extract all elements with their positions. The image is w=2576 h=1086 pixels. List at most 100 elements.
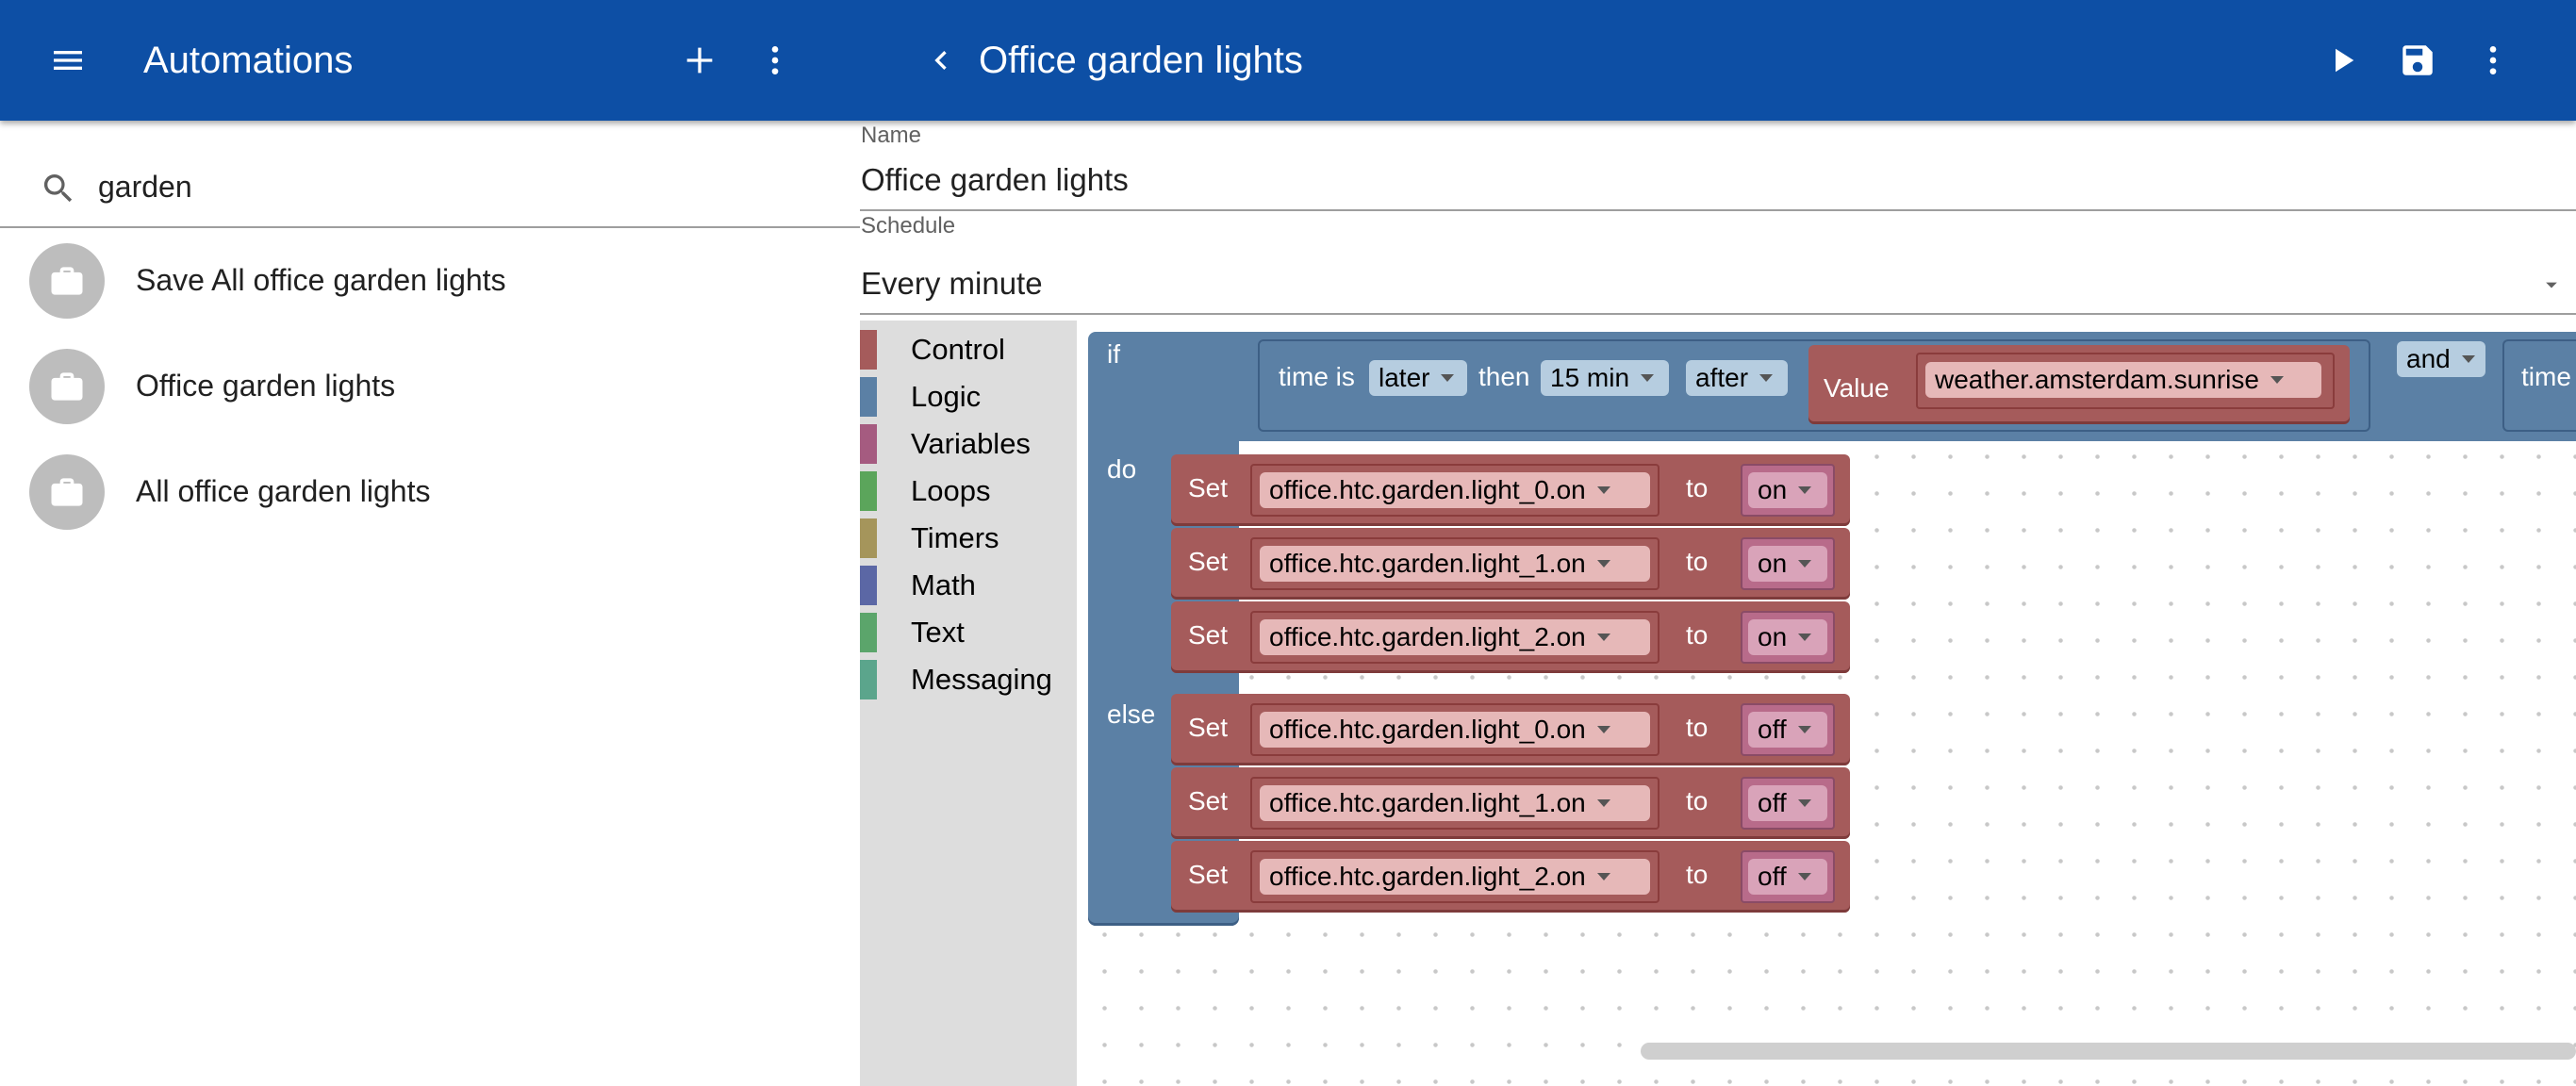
name-field[interactable]: Office garden lights — [861, 162, 1129, 198]
target-value: office.htc.garden.light_2.on — [1269, 622, 1586, 651]
add-automation-button[interactable] — [669, 30, 730, 90]
state-dropdown[interactable]: off — [1748, 712, 1827, 748]
target-dropdown[interactable]: office.htc.garden.light_0.on — [1260, 712, 1650, 748]
state-dropdown[interactable]: on — [1748, 619, 1827, 655]
back-button[interactable] — [911, 30, 971, 90]
relation-dropdown[interactable]: after — [1686, 360, 1788, 396]
time-is-label: time is — [1279, 362, 1355, 391]
set-label: Set — [1188, 860, 1229, 889]
chevron-down-icon — [1596, 560, 1610, 568]
toolbox-category-messaging[interactable]: Messaging — [860, 660, 1077, 707]
set-block[interactable]: Set office.htc.garden.light_2.on to off — [1171, 841, 1850, 913]
avatar — [29, 243, 105, 319]
category-label: Loops — [911, 474, 991, 507]
set-label: Set — [1188, 713, 1229, 742]
offset-value: 15 min — [1550, 363, 1630, 392]
logic-op-value: and — [2406, 344, 2451, 373]
target-dropdown[interactable]: office.htc.garden.light_2.on — [1260, 619, 1650, 655]
menu-icon — [54, 51, 82, 70]
state-dropdown[interactable]: on — [1748, 546, 1827, 582]
blockly-workspace[interactable]: if do else time is later then 15 min aft… — [1077, 321, 2576, 1086]
more-vert-icon — [2489, 46, 2497, 74]
logic-op-dropdown[interactable]: and — [2397, 341, 2485, 377]
toolbox-category-loops[interactable]: Loops — [860, 471, 1077, 518]
target-dropdown[interactable]: office.htc.garden.light_2.on — [1260, 859, 1650, 895]
toolbox-category-logic[interactable]: Logic — [860, 377, 1077, 424]
play-icon — [2336, 48, 2354, 73]
automation-list-item[interactable]: Office garden lights — [0, 333, 860, 438]
set-label: Set — [1188, 620, 1229, 650]
app-bar: Automations Office garden lights — [0, 0, 2576, 121]
relation-value: after — [1695, 363, 1749, 392]
search-input[interactable] — [98, 168, 815, 206]
to-label: to — [1686, 713, 1709, 742]
set-block[interactable]: Set office.htc.garden.light_0.on to on — [1171, 454, 1850, 526]
category-swatch — [860, 518, 877, 558]
state-dropdown[interactable]: off — [1748, 859, 1827, 895]
schedule-select[interactable]: Every minute — [861, 266, 1043, 302]
set-block[interactable]: Set office.htc.garden.light_1.on to on — [1171, 528, 1850, 600]
do-label: do — [1107, 454, 1137, 484]
briefcase-icon — [51, 267, 83, 295]
save-button[interactable] — [2387, 30, 2448, 90]
offset-dropdown[interactable]: 15 min — [1541, 360, 1669, 396]
search-bar — [0, 147, 860, 228]
block-toolbox: Control Logic Variables Loops Timers Math Tex… — [860, 321, 1077, 1086]
list-item-label: Save All office garden lights — [136, 262, 506, 297]
target-dropdown[interactable]: office.htc.garden.light_1.on — [1260, 785, 1650, 821]
chevron-down-icon — [1798, 560, 1812, 568]
chevron-down-icon — [1596, 873, 1610, 880]
toolbox-category-math[interactable]: Math — [860, 566, 1077, 613]
compare-dropdown[interactable]: later — [1369, 360, 1467, 396]
chevron-down-icon — [1797, 873, 1811, 880]
state-value: on — [1758, 549, 1788, 578]
more-vert-icon — [771, 46, 779, 74]
chevron-down-icon — [1441, 374, 1455, 382]
chevron-down-icon — [1596, 486, 1610, 494]
category-label: Logic — [911, 380, 982, 413]
chevron-left-icon — [934, 51, 947, 70]
toolbox-category-text[interactable]: Text — [860, 613, 1077, 660]
value-label: Value — [1824, 373, 1890, 403]
list-more-button[interactable] — [745, 30, 805, 90]
target-dropdown[interactable]: office.htc.garden.light_0.on — [1260, 472, 1650, 508]
category-label: Control — [911, 333, 1005, 366]
editor-more-button[interactable] — [2463, 30, 2523, 90]
workspace-horizontal-scrollbar[interactable] — [1641, 1043, 2576, 1060]
automation-editor: Name Office garden lights Schedule Every… — [860, 121, 2576, 1086]
target-value: office.htc.garden.light_0.on — [1269, 715, 1586, 744]
state-value: on — [1758, 475, 1788, 504]
next-time-label: time — [2521, 362, 2571, 391]
set-label: Set — [1188, 786, 1229, 815]
to-label: to — [1686, 860, 1709, 889]
to-label: to — [1686, 473, 1709, 502]
target-value: office.htc.garden.light_1.on — [1269, 549, 1586, 578]
set-block[interactable]: Set office.htc.garden.light_1.on to off — [1171, 767, 1850, 839]
menu-button[interactable] — [38, 30, 98, 90]
run-button[interactable] — [2312, 30, 2372, 90]
to-label: to — [1686, 786, 1709, 815]
schedule-label: Schedule — [861, 213, 956, 239]
state-dropdown[interactable]: off — [1748, 785, 1827, 821]
toolbox-category-control[interactable]: Control — [860, 330, 1077, 377]
then-label: then — [1478, 362, 1530, 391]
chevron-down-icon — [1797, 799, 1811, 807]
automation-title: Office garden lights — [979, 39, 1303, 81]
toolbox-category-variables[interactable]: Variables — [860, 424, 1077, 471]
chevron-down-icon — [2270, 376, 2284, 384]
set-block[interactable]: Set office.htc.garden.light_2.on to on — [1171, 601, 1850, 673]
category-label: Messaging — [911, 663, 1052, 696]
dropdown-arrow-icon[interactable] — [2538, 272, 2565, 298]
state-value: off — [1758, 862, 1787, 891]
category-swatch — [860, 424, 877, 464]
category-swatch — [860, 377, 877, 417]
target-dropdown[interactable]: office.htc.garden.light_1.on — [1260, 546, 1650, 582]
state-dropdown[interactable]: on — [1748, 472, 1827, 508]
automation-list-item[interactable]: All office garden lights — [0, 438, 860, 544]
value-dropdown[interactable]: weather.amsterdam.sunrise — [1925, 362, 2321, 398]
chevron-down-icon — [1596, 726, 1610, 733]
set-block[interactable]: Set office.htc.garden.light_0.on to off — [1171, 694, 1850, 765]
toolbox-category-timers[interactable]: Timers — [860, 518, 1077, 566]
automation-list-item[interactable]: Save All office garden lights — [0, 227, 860, 333]
state-value: on — [1758, 622, 1788, 651]
